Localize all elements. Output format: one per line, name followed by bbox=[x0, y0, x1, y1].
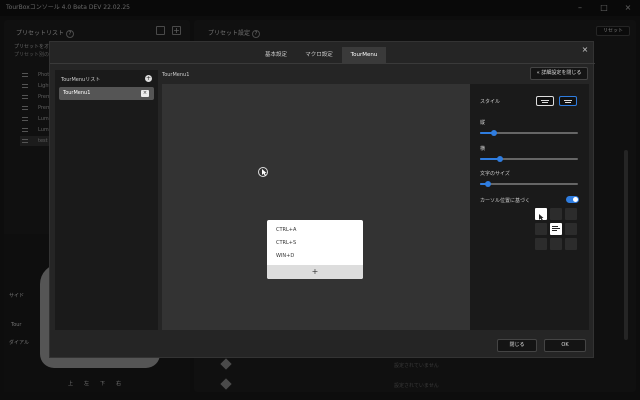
cursor-position-label: カーソル位置に基づく bbox=[480, 198, 531, 204]
height-slider[interactable] bbox=[480, 130, 578, 136]
tourmenu-list-title: TourMenuリスト bbox=[61, 77, 101, 83]
remove-tourmenu-icon[interactable]: × bbox=[141, 90, 149, 97]
width-label: 横 bbox=[480, 146, 486, 152]
menu-item[interactable]: CTRL+S bbox=[276, 240, 296, 246]
tab-basic-settings[interactable]: 基本設定 bbox=[256, 47, 296, 63]
width-slider-knob[interactable] bbox=[497, 156, 503, 162]
cursor-anchor-icon[interactable] bbox=[257, 166, 269, 178]
ok-button[interactable]: OK bbox=[544, 339, 586, 352]
menu-item[interactable]: WIN+D bbox=[276, 253, 294, 259]
style-option-2[interactable] bbox=[559, 96, 577, 106]
cursor-position-toggle[interactable] bbox=[566, 196, 579, 203]
position-cell[interactable] bbox=[550, 208, 562, 220]
tab-tourmenu[interactable]: TourMenu bbox=[342, 47, 386, 63]
position-cell-selected[interactable] bbox=[535, 208, 547, 221]
app-window: TourBoxコンソール 4.0 Beta DEV 22.02.25 – □ ×… bbox=[0, 0, 640, 400]
settings-panel: スタイル 縦 横 文字のサイズ カーソル位置に基づく bbox=[470, 84, 589, 330]
pointer-icon bbox=[539, 214, 544, 221]
double-chevron-left-icon: « bbox=[536, 70, 540, 76]
tab-macro-settings[interactable]: マクロ設定 bbox=[298, 47, 340, 63]
style-option-1[interactable] bbox=[536, 96, 554, 106]
position-grid bbox=[535, 208, 578, 251]
position-cell[interactable] bbox=[565, 238, 577, 250]
height-label: 縦 bbox=[480, 120, 486, 126]
style-label: スタイル bbox=[480, 99, 501, 105]
add-menu-item-button[interactable]: + bbox=[267, 265, 363, 279]
height-slider-knob[interactable] bbox=[491, 130, 497, 136]
canvas-title: TourMenu1 bbox=[162, 72, 190, 78]
position-cell[interactable] bbox=[565, 223, 577, 235]
position-cell[interactable] bbox=[550, 238, 562, 250]
collapse-settings-label: 詳細設定を閉じる bbox=[541, 70, 582, 76]
position-cell[interactable] bbox=[565, 208, 577, 220]
font-size-slider[interactable] bbox=[480, 181, 578, 187]
tourmenu-popup: CTRL+A CTRL+S WIN+D + bbox=[267, 220, 363, 279]
tourmenu-item-label: TourMenu1 bbox=[63, 90, 91, 96]
tourmenu-preview-canvas bbox=[162, 84, 470, 330]
menu-item[interactable]: CTRL+A bbox=[276, 227, 296, 233]
tourmenu-dialog: 基本設定 マクロ設定 TourMenu × TourMenuリスト + Tour… bbox=[49, 41, 595, 358]
collapse-settings-button[interactable]: « 詳細設定を閉じる bbox=[530, 67, 588, 80]
width-slider[interactable] bbox=[480, 156, 578, 162]
font-size-slider-knob[interactable] bbox=[485, 181, 491, 187]
close-button[interactable]: 閉じる bbox=[497, 339, 537, 352]
tab-divider bbox=[50, 63, 595, 64]
toggle-knob bbox=[573, 197, 578, 202]
tourmenu-list-item[interactable]: TourMenu1 × bbox=[59, 87, 154, 100]
add-tourmenu-icon[interactable]: + bbox=[145, 75, 152, 82]
position-cell[interactable] bbox=[535, 223, 547, 235]
menu-preview-cell[interactable] bbox=[550, 223, 562, 235]
tourmenu-list-panel: TourMenuリスト + TourMenu1 × bbox=[55, 70, 158, 330]
close-dialog-icon[interactable]: × bbox=[579, 44, 591, 56]
font-size-label: 文字のサイズ bbox=[480, 171, 510, 177]
position-cell[interactable] bbox=[535, 238, 547, 250]
